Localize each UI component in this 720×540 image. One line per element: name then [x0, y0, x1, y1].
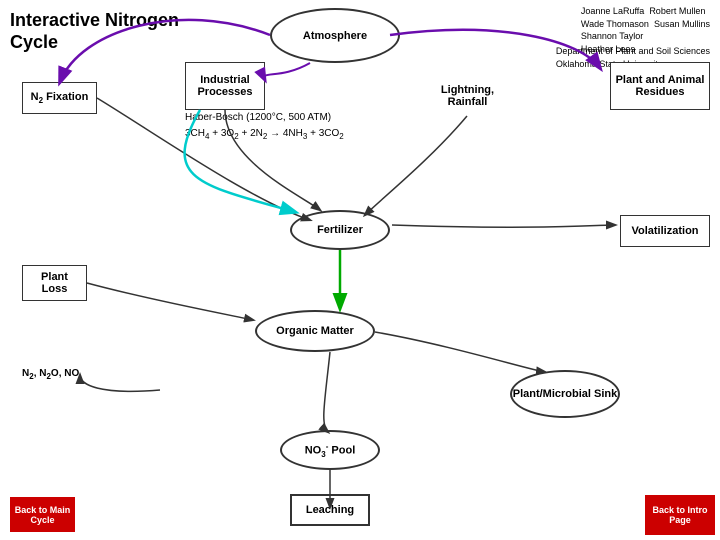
plant-animal-residues-box: Plant and Animal Residues	[610, 62, 710, 110]
page-title: Interactive Nitrogen Cycle	[10, 10, 179, 53]
fertilizer-oval: Fertilizer	[290, 210, 390, 250]
back-main-button[interactable]: Back to Main Cycle	[10, 497, 75, 532]
no3-pool-oval: NO3- Pool	[280, 430, 380, 470]
industrial-processes-box: Industrial Processes	[185, 62, 265, 110]
haber-bosch-text: Haber-Bosch (1200°C, 500 ATM)	[185, 112, 331, 123]
n2-gases-label: N2, N2O, NO	[22, 368, 79, 381]
chemical-equation: 3CH4 + 3O2 + 2N2 → 4NH3 + 3CO2	[185, 128, 344, 141]
lightning-rainfall-box: Lightning, Rainfall	[430, 76, 505, 116]
back-intro-button[interactable]: Back to Intro Page	[645, 495, 715, 535]
plant-loss-box: Plant Loss	[22, 265, 87, 301]
n2-fixation-box: N2 Fixation	[22, 82, 97, 114]
organic-matter-oval: Organic Matter	[255, 310, 375, 352]
volatilization-box: Volatilization	[620, 215, 710, 247]
plant-microbial-sink-oval: Plant/Microbial Sink	[510, 370, 620, 418]
leaching-box: Leaching	[290, 494, 370, 526]
atmosphere-oval: Atmosphere	[270, 8, 400, 63]
